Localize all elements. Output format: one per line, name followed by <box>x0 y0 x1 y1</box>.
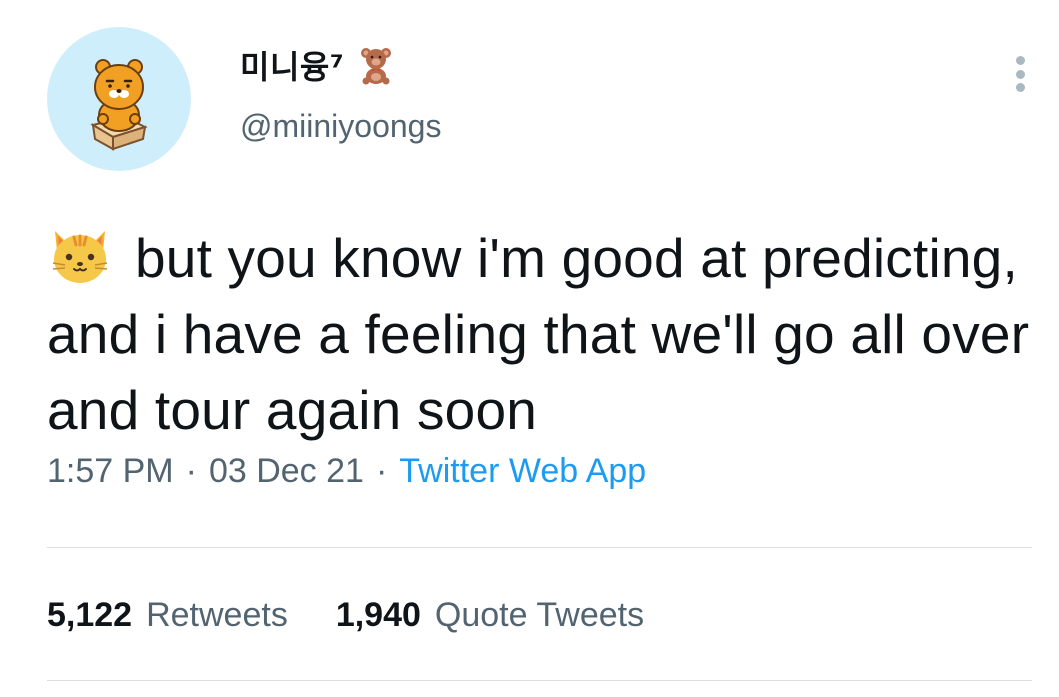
quote-tweets-count: 1,940 <box>335 595 421 634</box>
cat-face-icon <box>47 221 113 287</box>
more-dot-icon <box>1015 56 1025 65</box>
meta-separator: · <box>375 452 388 490</box>
tweet-text: but you know i'm good at predicting, and… <box>47 227 1030 441</box>
engagement-stats: 5,122 Retweets 1,940 Quote Tweets <box>47 591 692 639</box>
retweets-stat[interactable]: 5,122 Retweets <box>47 596 288 635</box>
tweet-meta: 1:57 PM · 03 Dec 21 · Twitter Web App <box>47 452 646 491</box>
display-name-text: 미니융⁷ <box>240 48 345 86</box>
more-dot-icon <box>1015 83 1025 92</box>
quote-tweets-label: Quote Tweets <box>434 595 645 634</box>
retweets-label: Retweets <box>146 595 288 634</box>
ryan-bear-icon <box>90 59 148 151</box>
tweet-source-link[interactable]: Twitter Web App <box>399 452 646 491</box>
more-options-button[interactable] <box>1004 52 1036 96</box>
quote-tweets-stat[interactable]: 1,940 Quote Tweets <box>336 596 644 635</box>
teddy-bear-icon <box>358 45 394 85</box>
tweet-body: but you know i'm good at predicting, and… <box>47 220 1037 448</box>
divider <box>47 680 1032 681</box>
tweet-date[interactable]: 03 Dec 21 <box>209 452 364 491</box>
user-handle[interactable]: @miiniyoongs <box>240 108 441 145</box>
divider <box>47 547 1032 548</box>
tweet-time[interactable]: 1:57 PM <box>47 452 174 491</box>
more-dot-icon <box>1015 69 1025 79</box>
meta-separator: · <box>185 452 197 490</box>
display-name[interactable]: 미니융⁷ <box>240 42 394 88</box>
tweet: 미니융⁷ @miiniyoongs but you know i'm good … <box>0 0 1059 697</box>
retweets-count: 5,122 <box>47 595 133 634</box>
avatar[interactable] <box>47 27 191 171</box>
